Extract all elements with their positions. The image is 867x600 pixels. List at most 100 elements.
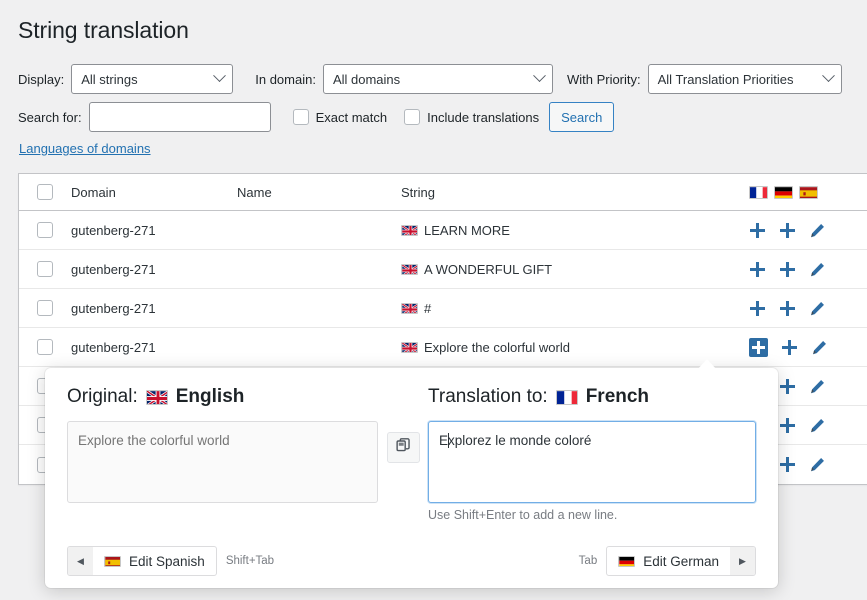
include-translations-checkbox[interactable] xyxy=(404,109,420,125)
uk-flag-icon xyxy=(401,264,418,275)
priority-select[interactable]: All Translation Priorities xyxy=(648,64,842,94)
domain-select[interactable]: All domains xyxy=(323,64,553,94)
table-row: gutenberg-271 Explore the colorful world xyxy=(19,328,867,367)
search-button[interactable]: Search xyxy=(549,102,614,132)
string-translation-page: String translation Display: All strings … xyxy=(0,0,867,600)
prev-shortcut-hint: Shift+Tab xyxy=(226,555,274,567)
uk-flag-icon xyxy=(401,225,418,236)
exact-match-label: Exact match xyxy=(316,110,388,125)
plus-icon[interactable] xyxy=(779,417,796,434)
prev-language-group: ◀ Edit Spanish Shift+Tab xyxy=(67,546,283,576)
search-input[interactable] xyxy=(89,102,271,132)
row-checkbox[interactable] xyxy=(37,222,53,238)
row-select-cell[interactable] xyxy=(19,261,71,277)
select-all-checkbox[interactable] xyxy=(37,184,53,200)
chevron-down-icon xyxy=(822,69,835,82)
translation-language: French xyxy=(586,386,649,408)
spanish-flag-icon xyxy=(799,186,818,199)
row-checkbox[interactable] xyxy=(37,261,53,277)
cell-string: Explore the colorful world xyxy=(401,340,749,355)
display-select-value: All strings xyxy=(81,72,137,87)
plus-icon[interactable] xyxy=(749,300,766,317)
cell-string-text: Explore the colorful world xyxy=(424,340,570,355)
select-all-cell[interactable] xyxy=(19,184,71,200)
display-select[interactable]: All strings xyxy=(71,64,233,94)
table-row: gutenberg-271# xyxy=(19,289,867,328)
plus-icon[interactable] xyxy=(779,378,796,395)
edit-german-label: Edit German xyxy=(643,554,719,569)
chevron-down-icon xyxy=(533,69,546,82)
table-header-row: Domain Name String xyxy=(19,174,867,211)
filter-row-primary: Display: All strings In domain: All doma… xyxy=(18,64,858,94)
original-label: Original: xyxy=(67,386,138,408)
plus-icon[interactable] xyxy=(779,300,796,317)
page-title: String translation xyxy=(18,16,189,46)
filter-row-search: Search for: Exact match Include translat… xyxy=(18,102,858,132)
plus-icon[interactable] xyxy=(749,222,766,239)
cell-actions xyxy=(749,338,867,357)
languages-of-domains-link[interactable]: Languages of domains xyxy=(19,141,151,156)
pencil-icon[interactable] xyxy=(809,261,826,278)
plus-icon[interactable] xyxy=(779,222,796,239)
spanish-flag-icon xyxy=(104,556,121,567)
copy-original-button[interactable] xyxy=(387,432,420,463)
exact-match-checkbox[interactable] xyxy=(293,109,309,125)
cell-actions xyxy=(749,300,867,317)
translation-textarea[interactable]: Explorez le monde coloré xyxy=(428,421,756,503)
pencil-icon[interactable] xyxy=(809,300,826,317)
pencil-icon[interactable] xyxy=(809,222,826,239)
translation-hint: Use Shift+Enter to add a new line. xyxy=(428,508,756,522)
display-label: Display: xyxy=(18,72,64,87)
cell-domain: gutenberg-271 xyxy=(71,262,237,277)
pencil-icon[interactable] xyxy=(809,378,826,395)
row-checkbox[interactable] xyxy=(37,300,53,316)
plus-icon[interactable] xyxy=(749,338,768,357)
include-translations-label: Include translations xyxy=(427,110,539,125)
plus-icon[interactable] xyxy=(779,261,796,278)
cell-domain: gutenberg-271 xyxy=(71,223,237,238)
translation-editor-popover: Original: English xyxy=(45,368,778,588)
translation-text-rest: xplorez le monde coloré xyxy=(448,433,591,448)
exact-match-option[interactable]: Exact match xyxy=(293,109,388,125)
column-header-string: String xyxy=(401,185,749,200)
cell-string: LEARN MORE xyxy=(401,223,749,238)
plus-icon[interactable] xyxy=(779,456,796,473)
include-translations-option[interactable]: Include translations xyxy=(404,109,539,125)
plus-icon[interactable] xyxy=(749,261,766,278)
domain-label: In domain: xyxy=(255,72,316,87)
copy-icon xyxy=(396,438,411,458)
column-header-name: Name xyxy=(237,185,401,200)
pencil-icon[interactable] xyxy=(809,417,826,434)
original-textarea[interactable] xyxy=(67,421,378,503)
copy-column xyxy=(378,386,428,522)
row-select-cell[interactable] xyxy=(19,300,71,316)
plus-icon[interactable] xyxy=(781,339,798,356)
cell-actions xyxy=(749,222,867,239)
domain-select-value: All domains xyxy=(333,72,400,87)
pencil-icon[interactable] xyxy=(809,456,826,473)
column-header-domain: Domain xyxy=(71,185,237,200)
priority-label: With Priority: xyxy=(567,72,641,87)
row-select-cell[interactable] xyxy=(19,339,71,355)
filter-toolbar: Display: All strings In domain: All doma… xyxy=(18,64,858,140)
chevron-down-icon xyxy=(213,69,226,82)
pencil-icon[interactable] xyxy=(811,339,828,356)
translation-column: Translation to: French Explorez le monde… xyxy=(428,386,756,522)
edit-spanish-label: Edit Spanish xyxy=(129,554,205,569)
next-shortcut-hint: Tab xyxy=(579,555,598,567)
original-column: Original: English xyxy=(67,386,378,522)
uk-flag-icon xyxy=(146,390,168,405)
cell-actions xyxy=(749,261,867,278)
cell-domain: gutenberg-271 xyxy=(71,340,237,355)
chevron-right-icon: ▶ xyxy=(730,547,755,575)
row-select-cell[interactable] xyxy=(19,222,71,238)
original-language: English xyxy=(176,386,245,408)
column-header-languages xyxy=(749,186,867,199)
edit-german-button[interactable]: Edit German ▶ xyxy=(606,546,756,576)
edit-spanish-button[interactable]: ◀ Edit Spanish xyxy=(67,546,217,576)
cell-string: A WONDERFUL GIFT xyxy=(401,262,749,277)
row-checkbox[interactable] xyxy=(37,339,53,355)
cell-domain: gutenberg-271 xyxy=(71,301,237,316)
editor-columns: Original: English xyxy=(45,368,778,522)
cell-string-text: A WONDERFUL GIFT xyxy=(424,262,552,277)
